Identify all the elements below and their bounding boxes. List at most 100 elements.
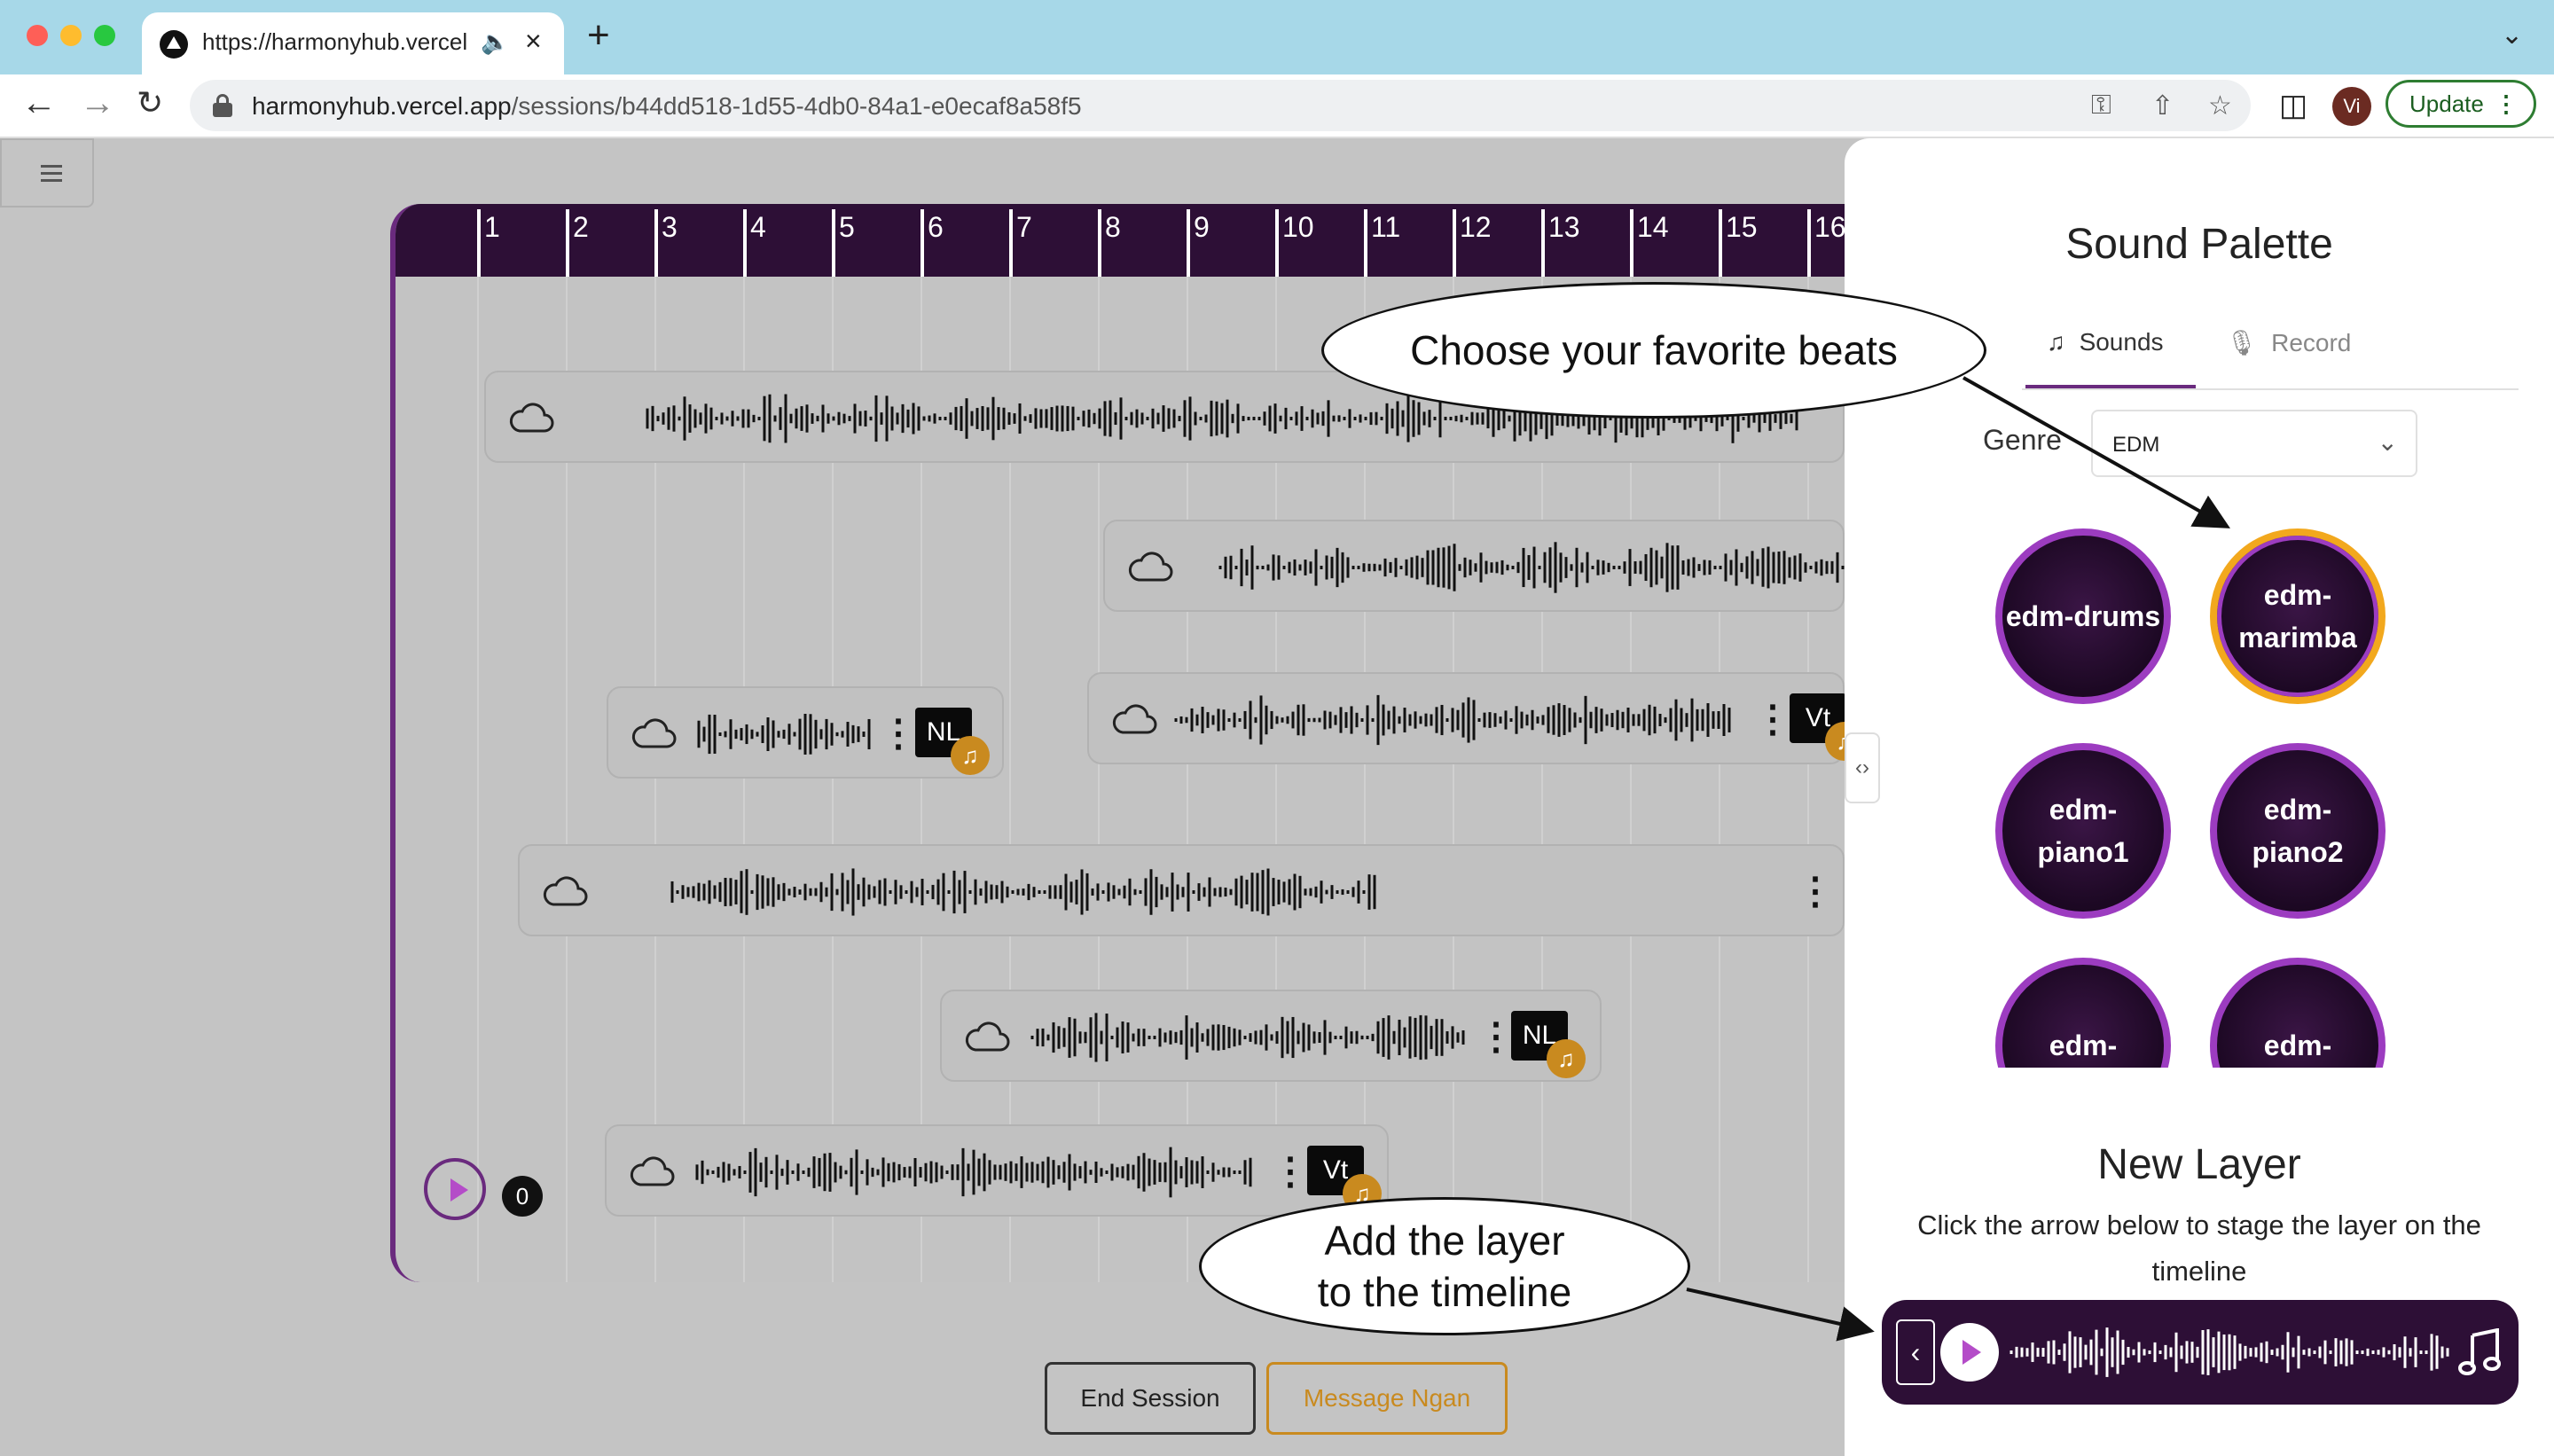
track-menu-icon[interactable]: ⋮ (1797, 873, 1834, 910)
ruler-number: 3 (654, 209, 678, 277)
ruler-number: 8 (1098, 209, 1121, 277)
waveform (670, 868, 1376, 916)
play-icon[interactable] (1940, 1323, 1999, 1382)
sound-button[interactable]: edm- piano2 (2210, 743, 2386, 919)
window-close-button[interactable] (27, 25, 48, 46)
timeline-ruler: 1 2 3 4 5 6 7 8 9 10 11 12 13 14 15 16 (396, 204, 1898, 277)
update-button[interactable]: Update ⋮ (2386, 80, 2536, 128)
cloud-icon[interactable] (1112, 701, 1158, 738)
tab-record[interactable]: 🎙 Record (2226, 328, 2351, 357)
new-tab-button[interactable]: + (587, 16, 610, 55)
new-layer-title: New Layer (2097, 1141, 2301, 1188)
reload-button[interactable]: ↻ (137, 87, 163, 119)
star-icon[interactable]: ☆ (2208, 90, 2232, 121)
timeline-track[interactable] (1103, 520, 1845, 612)
genre-label: Genre (1983, 424, 2062, 456)
ruler-number: 14 (1630, 209, 1669, 277)
close-icon[interactable]: × (525, 25, 542, 58)
music-note-icon (2458, 1328, 2501, 1375)
ruler-number: 11 (1364, 209, 1400, 277)
timeline-track[interactable]: ⋮ NL ♫ (607, 686, 1004, 779)
panel-tabs: ♫ Sounds 🎙 Record (2022, 312, 2519, 390)
cloud-icon[interactable] (543, 873, 589, 910)
waveform (1174, 694, 1731, 746)
beats-callout: Choose your favorite beats (1321, 282, 1986, 419)
hamburger-menu-icon[interactable] (0, 138, 94, 207)
panel-collapse-handle[interactable]: ‹› (1845, 732, 1880, 803)
lock-icon (213, 94, 232, 117)
back-button[interactable]: ← (21, 85, 57, 121)
track-menu-icon[interactable]: ⋮ (1477, 1018, 1515, 1055)
browser-tab-bar: https://harmonyhub.vercel.app 🔈 × + ⌄ (0, 0, 2554, 74)
forward-button[interactable]: → (80, 85, 115, 121)
sound-button[interactable]: edm- (2210, 958, 2386, 1068)
waveform (697, 713, 871, 755)
music-note-icon: ♫ (951, 736, 990, 775)
ruler-number: 13 (1541, 209, 1580, 277)
cloud-icon[interactable] (965, 1018, 1011, 1055)
message-button[interactable]: Message Ngan (1266, 1362, 1508, 1435)
ruler-number: 6 (921, 209, 944, 277)
window-maximize-button[interactable] (94, 25, 115, 46)
chevron-down-icon[interactable]: ⌄ (2501, 20, 2523, 51)
ruler-number: 7 (1009, 209, 1032, 277)
sound-button[interactable]: edm-drums (1995, 528, 2171, 704)
avatar[interactable]: Vi (2332, 87, 2371, 126)
chevron-down-icon: ⌄ (2377, 428, 2398, 456)
share-icon[interactable]: ⇧ (2151, 90, 2174, 121)
url-text: harmonyhub.vercel.app/sessions/b44dd518-… (252, 92, 1082, 120)
tab-sounds[interactable]: ♫ Sounds (2047, 328, 2164, 356)
timeline-track[interactable]: ⋮ NL ♫ (940, 990, 1602, 1082)
track-menu-icon[interactable]: ⋮ (1272, 1153, 1309, 1190)
ruler-number: 4 (743, 209, 766, 277)
genre-select[interactable]: EDM ⌄ (2091, 410, 2417, 477)
playhead-counter: 0 (502, 1176, 543, 1217)
sound-label: edm- piano1 (2037, 794, 2129, 868)
new-layer-description: Click the arrow below to stage the layer… (1917, 1209, 2481, 1287)
sound-grid: edm-drums edm- marimba edm- piano1 edm- pia… (1995, 528, 2439, 1068)
waveform (1218, 542, 1845, 593)
timeline-track[interactable]: ⋮ (518, 844, 1845, 936)
tab-title: https://harmonyhub.vercel.app (202, 28, 468, 55)
panel-title: Sound Palette (2065, 221, 2333, 268)
waveform (2010, 1327, 2449, 1377)
ruler-number: 2 (566, 209, 589, 277)
sound-button[interactable]: edm- marimba (2210, 528, 2386, 704)
cloud-icon[interactable] (509, 399, 555, 436)
window-minimize-button[interactable] (60, 25, 82, 46)
sound-label: edm-drums (2005, 600, 2161, 632)
speaker-icon[interactable]: 🔈 (481, 28, 509, 56)
key-icon[interactable]: ⚿ (2091, 90, 2111, 121)
ruler-number: 9 (1187, 209, 1210, 277)
address-bar[interactable]: harmonyhub.vercel.app/sessions/b44dd518-… (190, 80, 2251, 131)
stage-arrow-button[interactable]: ‹ (1896, 1319, 1935, 1385)
timeline-track[interactable]: ⋮Vt♫ (1087, 672, 1845, 764)
microphone-icon: 🎙 (2226, 329, 2258, 356)
sound-label: edm- piano2 (2252, 794, 2344, 868)
waveform (1030, 1013, 1465, 1062)
browser-toolbar: ← → ↻ harmonyhub.vercel.app/sessions/b44… (0, 74, 2554, 138)
waveform (695, 1147, 1252, 1198)
add-layer-callout: Add the layer to the timeline (1199, 1197, 1690, 1335)
ruler-number: 16 (1807, 209, 1846, 277)
sound-button[interactable]: edm- (1995, 958, 2171, 1068)
browser-tab[interactable]: https://harmonyhub.vercel.app 🔈 × (142, 12, 564, 74)
timeline-track[interactable]: ⋮Vt♫ (605, 1124, 1389, 1217)
sound-label: edm- (2263, 1029, 2332, 1061)
play-button[interactable] (424, 1158, 486, 1220)
sidebar-toggle-icon[interactable]: ◫ (2279, 90, 2307, 121)
ruler-number: 1 (477, 209, 500, 277)
cloud-icon[interactable] (630, 1153, 676, 1190)
sound-button[interactable]: edm- piano1 (1995, 743, 2171, 919)
active-tab-indicator (2025, 385, 2196, 388)
sound-label: edm- (2049, 1029, 2118, 1061)
staged-layer[interactable]: ‹ (1882, 1300, 2519, 1405)
ruler-number: 10 (1275, 209, 1314, 277)
cloud-icon[interactable] (631, 715, 678, 752)
cloud-icon[interactable] (1128, 548, 1174, 585)
end-session-button[interactable]: End Session (1045, 1362, 1256, 1435)
track-menu-icon[interactable]: ⋮ (1754, 701, 1791, 738)
track-menu-icon[interactable]: ⋮ (880, 715, 917, 752)
sound-label: edm- marimba (2238, 579, 2357, 654)
ruler-number: 5 (832, 209, 855, 277)
